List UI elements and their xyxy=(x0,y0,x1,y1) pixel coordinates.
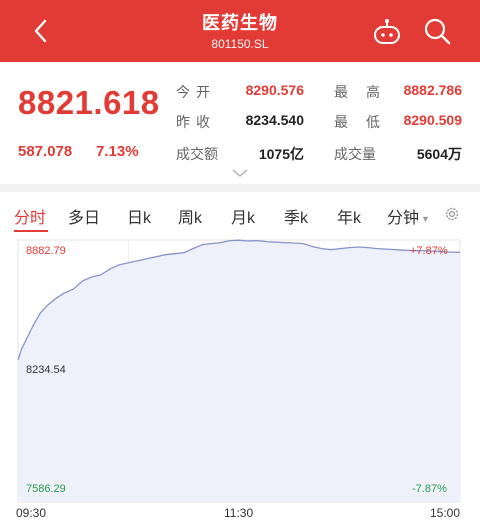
tab-minute-label: 分钟 xyxy=(387,210,420,227)
tab-intraday[interactable]: 分时 xyxy=(14,204,46,228)
y-min-label: 7586.29 xyxy=(26,483,66,495)
price-area xyxy=(18,240,460,502)
robot-icon[interactable] xyxy=(372,18,402,46)
chevron-down-icon[interactable] xyxy=(231,168,249,178)
tab-monthly-k[interactable]: 月k xyxy=(231,204,255,228)
period-tabs: 分时 多日 日k 周k 月k 季k 年k 分钟 ▼ xyxy=(0,196,480,234)
pct-min-label: -7.87% xyxy=(412,483,447,495)
tab-minute[interactable]: 分钟 ▼ xyxy=(387,204,430,228)
turnover-label: 成交额 xyxy=(176,146,218,162)
x-label-midday: 11:30 xyxy=(224,506,254,520)
last-price: 8821.618 xyxy=(18,84,160,121)
price-change-pct: 7.13% xyxy=(96,143,139,160)
open-label: 今开 xyxy=(176,84,216,100)
y-mid-label: 8234.54 xyxy=(26,364,66,376)
section-divider xyxy=(0,184,480,192)
tab-daily-k[interactable]: 日k xyxy=(127,204,151,228)
price-change: 587.078 xyxy=(18,143,73,160)
x-label-open: 09:30 xyxy=(16,506,47,520)
x-label-close: 15:00 xyxy=(430,506,461,520)
tab-multi-day[interactable]: 多日 xyxy=(68,204,100,228)
pct-max-label: +7.87% xyxy=(410,245,448,257)
search-icon[interactable] xyxy=(422,16,452,46)
page-title: 医药生物 xyxy=(202,13,278,33)
y-max-label: 8882.79 xyxy=(26,245,66,257)
turnover-value: 1075亿 xyxy=(258,146,304,162)
tab-yearly-k[interactable]: 年k xyxy=(337,204,361,228)
volume-value: 5604万 xyxy=(416,146,462,162)
app-header: 医药生物 801150.SL xyxy=(0,0,480,62)
open-value: 8290.576 xyxy=(245,82,304,98)
prev-close-value: 8234.540 xyxy=(245,112,304,128)
quote-panel: 8821.618 587.078 7.13% 今开 8290.576 昨收 82… xyxy=(0,62,480,182)
volume-label: 成交量 xyxy=(334,146,376,162)
active-tab-indicator xyxy=(14,230,48,232)
low-value: 8290.509 xyxy=(403,112,462,128)
chevron-left-icon[interactable] xyxy=(26,16,56,46)
title-block: 医药生物 801150.SL xyxy=(140,12,340,51)
prev-close-label: 昨收 xyxy=(176,114,216,130)
tab-quarterly-k[interactable]: 季k xyxy=(284,204,308,228)
chart-canvas xyxy=(17,239,461,503)
intraday-chart: 8882.79 +7.87% 8234.54 7586.29 -7.87% 09… xyxy=(0,236,480,530)
gear-icon[interactable] xyxy=(443,205,461,223)
tab-weekly-k[interactable]: 周k xyxy=(178,204,202,228)
index-code: 801150.SL xyxy=(211,37,269,51)
high-value: 8882.786 xyxy=(403,82,462,98)
caret-down-icon: ▼ xyxy=(421,213,430,224)
